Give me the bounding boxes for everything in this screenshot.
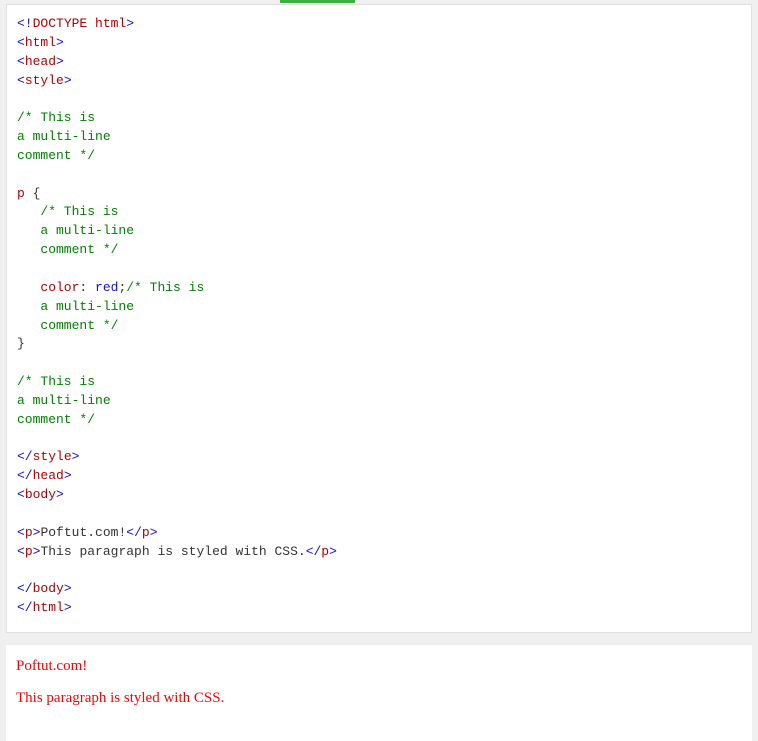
css-comment-line: /* This is bbox=[126, 280, 204, 295]
colon: : bbox=[79, 280, 95, 295]
p2-text: This paragraph is styled with CSS. bbox=[40, 544, 305, 559]
doctype-open: <! bbox=[17, 16, 33, 31]
html-tag: html bbox=[25, 35, 56, 50]
top-accent-bar bbox=[0, 0, 758, 4]
css-comment-line: a multi-line bbox=[17, 129, 111, 144]
html-open-lt: < bbox=[17, 35, 25, 50]
p2-close-tag: p bbox=[321, 544, 329, 559]
css-comment-line: a multi-line bbox=[17, 223, 134, 238]
css-comment-line: comment */ bbox=[17, 412, 95, 427]
output-paragraph-1: Poftut.com! bbox=[16, 657, 742, 675]
css-value: red bbox=[95, 280, 118, 295]
css-property: color bbox=[40, 280, 79, 295]
style-close-gt: > bbox=[72, 449, 80, 464]
css-comment-line: a multi-line bbox=[17, 393, 111, 408]
head-close-tag: head bbox=[33, 468, 64, 483]
doctype-attr: html bbox=[95, 16, 126, 31]
p1-close-lt: </ bbox=[126, 525, 142, 540]
p1-close-gt: > bbox=[150, 525, 158, 540]
css-comment-line: /* This is bbox=[17, 374, 95, 389]
style-tag: style bbox=[25, 73, 64, 88]
style-open-gt: > bbox=[64, 73, 72, 88]
p1-close-tag: p bbox=[142, 525, 150, 540]
body-tag: body bbox=[25, 487, 56, 502]
p2-close-lt: </ bbox=[306, 544, 322, 559]
indent bbox=[17, 280, 40, 295]
body-close-lt: </ bbox=[17, 581, 33, 596]
head-tag: head bbox=[25, 54, 56, 69]
brace-open: { bbox=[25, 186, 41, 201]
p2-tag: p bbox=[25, 544, 33, 559]
body-close-tag: body bbox=[33, 581, 64, 596]
p2-close-gt: > bbox=[329, 544, 337, 559]
brace-close: } bbox=[17, 336, 25, 351]
head-open-lt: < bbox=[17, 54, 25, 69]
head-close-lt: </ bbox=[17, 468, 33, 483]
p1-tag: p bbox=[25, 525, 33, 540]
css-comment-line: comment */ bbox=[17, 242, 118, 257]
css-comment-line: comment */ bbox=[17, 148, 95, 163]
html-close-tag: html bbox=[33, 600, 64, 615]
p1-text: Poftut.com! bbox=[40, 525, 126, 540]
doctype-close: > bbox=[126, 16, 134, 31]
body-open-gt: > bbox=[56, 487, 64, 502]
code-editor-panel: <!DOCTYPE html> <html> <head> <style> /*… bbox=[6, 4, 752, 633]
p2-open-lt: < bbox=[17, 544, 25, 559]
rendered-output-panel: Poftut.com! This paragraph is styled wit… bbox=[6, 645, 752, 741]
body-close-gt: > bbox=[64, 581, 72, 596]
css-selector: p bbox=[17, 186, 25, 201]
style-open-lt: < bbox=[17, 73, 25, 88]
space bbox=[87, 16, 95, 31]
output-paragraph-2: This paragraph is styled with CSS. bbox=[16, 689, 742, 707]
doctype-keyword: DOCTYPE bbox=[33, 16, 88, 31]
head-open-gt: > bbox=[56, 54, 64, 69]
css-comment-line: comment */ bbox=[17, 318, 118, 333]
head-close-gt: > bbox=[64, 468, 72, 483]
html-close-gt: > bbox=[64, 600, 72, 615]
body-open-lt: < bbox=[17, 487, 25, 502]
style-close-tag: style bbox=[33, 449, 72, 464]
css-comment-line: /* This is bbox=[17, 204, 118, 219]
html-open-gt: > bbox=[56, 35, 64, 50]
css-comment-line: /* This is bbox=[17, 110, 95, 125]
css-comment-line: a multi-line bbox=[17, 299, 134, 314]
p1-open-lt: < bbox=[17, 525, 25, 540]
style-close-lt: </ bbox=[17, 449, 33, 464]
html-close-lt: </ bbox=[17, 600, 33, 615]
